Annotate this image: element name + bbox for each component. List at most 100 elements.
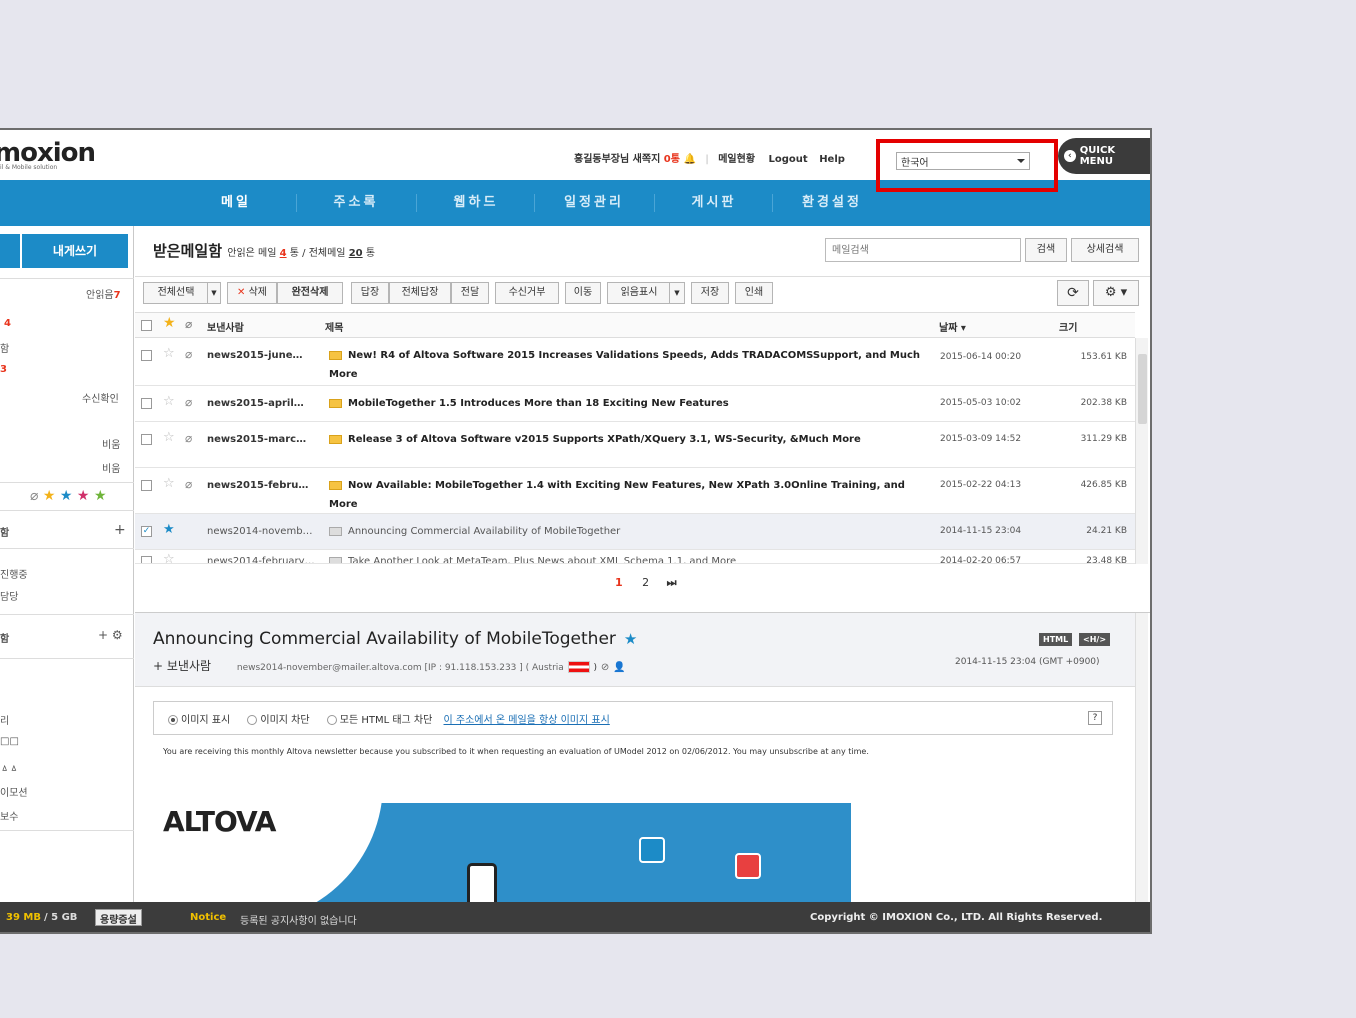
save-button[interactable]: 저장 <box>691 282 729 304</box>
size-column-header[interactable]: 크기 <box>1059 319 1077 334</box>
expand-storage-button[interactable]: 용량증설 <box>95 909 142 926</box>
plus-gear-icon[interactable]: + ⚙ <box>98 628 123 642</box>
star-icon[interactable]: ☆ <box>163 430 175 445</box>
search-button[interactable]: 검색 <box>1025 238 1067 262</box>
page-next[interactable]: 2 <box>642 576 649 589</box>
mail-subject[interactable]: Now Available: MobileTogether 1.4 with E… <box>329 476 935 514</box>
gear-icon[interactable]: ⚙ ▾ <box>1093 280 1139 306</box>
help-icon[interactable]: ? <box>1088 711 1102 725</box>
from-label[interactable]: + 보낸사람 <box>153 659 211 673</box>
move-button[interactable]: 이동 <box>565 282 601 304</box>
date-column-header[interactable]: 날짜 ▾ <box>939 319 966 334</box>
mail-row[interactable]: ☆ ⌀ news2015-june… New! R4 of Altova Sof… <box>135 338 1135 386</box>
folder-item[interactable]: 이모션 <box>0 784 28 799</box>
folder-item[interactable]: □□ <box>0 736 19 747</box>
folder-item[interactable]: 진행중 <box>0 566 28 581</box>
folder-item[interactable]: 비움 <box>102 436 120 451</box>
nav-settings[interactable]: 환경설정 <box>772 180 892 226</box>
folder-item[interactable]: 담당 <box>0 588 18 603</box>
chevron-down-icon[interactable]: ▼ <box>669 282 685 304</box>
radio-show-images[interactable] <box>168 715 178 725</box>
sender-column-header[interactable]: 보낸사람 <box>207 319 244 334</box>
add-contact-icon[interactable]: 👤 <box>613 662 625 673</box>
always-show-images-link[interactable]: 이 주소에서 온 메일을 항상 이미지 표시 <box>444 715 610 726</box>
notice-text[interactable]: 등록된 공지사항이 없습니다 <box>240 912 357 927</box>
mail-subject[interactable]: MobileTogether 1.5 Introduces More than … <box>329 394 935 413</box>
unread-filter[interactable]: 안읽음7 <box>86 286 121 301</box>
logout-link[interactable]: Logout <box>769 154 808 165</box>
reply-button[interactable]: 답장 <box>351 282 389 304</box>
row-checkbox[interactable] <box>141 480 152 491</box>
mail-status-link[interactable]: 메일현황 <box>718 154 755 165</box>
html-view-button[interactable]: HTML <box>1039 633 1073 646</box>
list-scrollbar[interactable] <box>1135 338 1148 564</box>
select-all-checkbox[interactable] <box>141 320 152 331</box>
row-checkbox[interactable] <box>141 398 152 409</box>
new-notes-count[interactable]: 0통 <box>664 154 680 165</box>
mail-row[interactable]: ☆ ⌀ news2015-april… MobileTogether 1.5 I… <box>135 386 1135 422</box>
mark-read-button[interactable]: 읽음표시 <box>607 282 671 304</box>
nav-mail[interactable]: 메일 <box>176 180 296 226</box>
write-to-self-button[interactable]: 내게쓰기 <box>22 234 128 268</box>
paperclip-icon[interactable]: ⌀ <box>30 488 38 504</box>
help-link[interactable]: Help <box>819 154 845 165</box>
mail-subject[interactable]: Take Another Look at MetaTeam, Plus News… <box>329 552 935 563</box>
bell-icon[interactable]: 🔔 <box>683 154 695 165</box>
star-icon[interactable]: ☆ <box>163 394 175 409</box>
mail-subject[interactable]: New! R4 of Altova Software 2015 Increase… <box>329 346 935 384</box>
receipt-link[interactable]: 수신확인 <box>82 390 119 405</box>
block-icon[interactable]: ⊘ <box>601 662 609 673</box>
row-checkbox[interactable] <box>141 556 152 563</box>
mail-row[interactable]: ☆ news2014-february… Take Another Look a… <box>135 550 1135 564</box>
nav-webhard[interactable]: 웹하드 <box>416 180 536 226</box>
compose-button[interactable] <box>0 234 20 268</box>
mail-subject[interactable]: Announcing Commercial Availability of Mo… <box>329 522 935 541</box>
mail-row[interactable]: ☆ ⌀ news2015-marc… Release 3 of Altova S… <box>135 422 1135 468</box>
row-checkbox[interactable] <box>141 434 152 445</box>
nav-addressbook[interactable]: 주소록 <box>296 180 416 226</box>
folder-item[interactable]: 함 <box>0 340 9 355</box>
radio-block-html[interactable] <box>326 715 337 725</box>
star-icon[interactable]: ★ <box>77 488 90 504</box>
star-icon[interactable]: ★ <box>94 488 107 504</box>
select-all-button[interactable]: 전체선택 <box>143 282 209 304</box>
nav-board[interactable]: 게시판 <box>654 180 774 226</box>
folder-item[interactable]: 보수 <box>0 808 18 823</box>
folder-item[interactable]: 비움 <box>102 460 120 475</box>
star-icon[interactable]: ☆ <box>163 346 175 361</box>
page-current[interactable]: 1 <box>615 576 623 589</box>
star-icon[interactable]: ★ <box>163 315 176 331</box>
star-icon[interactable]: ☆ <box>163 552 175 563</box>
refresh-icon[interactable]: ⟳ <box>1057 280 1089 306</box>
mail-row-selected[interactable]: ✓ ★ news2014-novemb… Announcing Commerci… <box>135 514 1135 550</box>
star-icon[interactable]: ★ <box>163 522 175 537</box>
scrollbar-thumb[interactable] <box>1138 354 1147 424</box>
mail-search-input[interactable] <box>825 238 1021 262</box>
source-view-button[interactable]: <H/> <box>1079 633 1111 646</box>
quick-menu-button[interactable]: ‹ QUICK MENU <box>1058 138 1150 174</box>
chevron-down-icon[interactable]: ▼ <box>207 282 221 304</box>
block-button[interactable]: 수신거부 <box>495 282 559 304</box>
last-page-icon[interactable]: ⏭ <box>667 576 677 589</box>
folder-item[interactable]: 리 <box>0 712 9 727</box>
delete-button[interactable]: ✕ 삭제 <box>227 282 277 304</box>
paperclip-icon[interactable]: ⌀ <box>185 317 192 331</box>
forward-button[interactable]: 전달 <box>451 282 489 304</box>
star-icon[interactable]: ★ <box>43 488 56 504</box>
star-icon[interactable]: ☆ <box>163 476 175 491</box>
print-button[interactable]: 인쇄 <box>735 282 773 304</box>
plus-icon[interactable]: + <box>114 522 126 538</box>
folder-item[interactable]: ㅿㅿ <box>0 760 18 775</box>
detail-search-button[interactable]: 상세검색 <box>1071 238 1139 262</box>
row-checkbox[interactable] <box>141 350 152 361</box>
star-icon[interactable]: ★ <box>624 630 637 648</box>
purge-button[interactable]: 완전삭제 <box>277 282 343 304</box>
subject-column-header[interactable]: 제목 <box>325 319 343 334</box>
mail-subject[interactable]: Release 3 of Altova Software v2015 Suppo… <box>329 430 935 449</box>
reply-all-button[interactable]: 전체답장 <box>389 282 451 304</box>
nav-calendar[interactable]: 일정관리 <box>534 180 654 226</box>
radio-block-images[interactable] <box>247 715 258 725</box>
row-checkbox-checked[interactable]: ✓ <box>141 526 152 537</box>
mail-row[interactable]: ☆ ⌀ news2015-febru… Now Available: Mobil… <box>135 468 1135 514</box>
star-icon[interactable]: ★ <box>60 488 73 504</box>
